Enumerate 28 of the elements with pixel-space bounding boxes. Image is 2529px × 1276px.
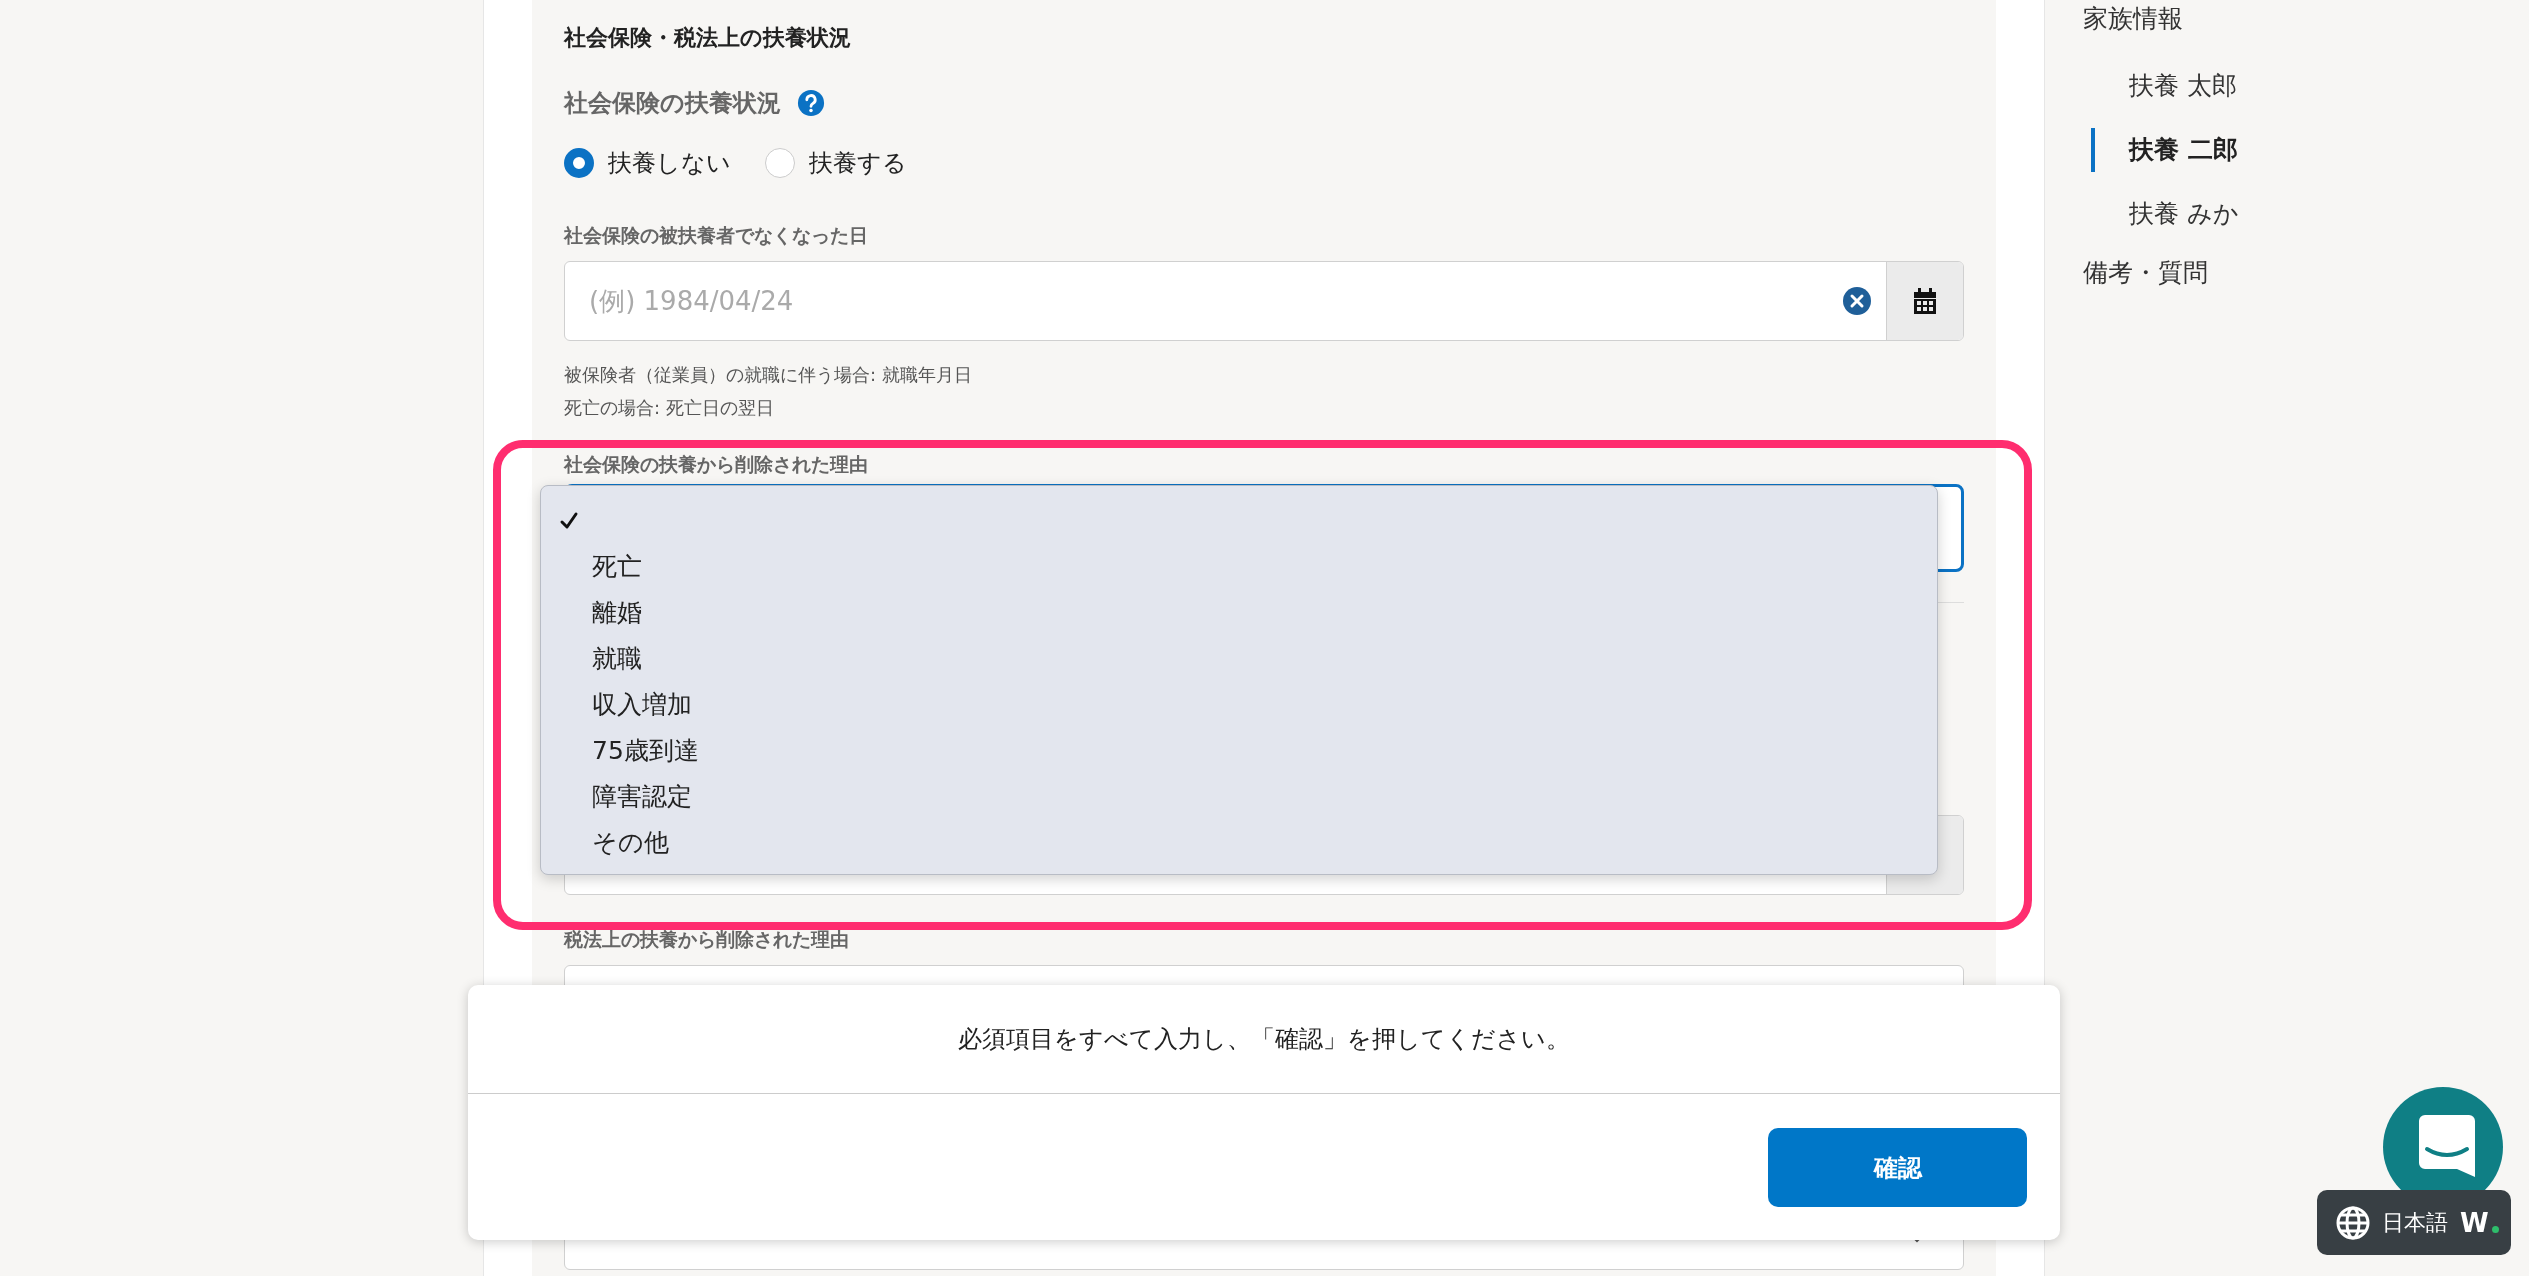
language-switcher[interactable]: 日本語 W: [2317, 1190, 2511, 1255]
field-label: 社会保険の扶養から削除された理由: [564, 452, 869, 477]
section-title: 社会保険・税法上の扶養状況: [564, 24, 852, 52]
sidebar-item[interactable]: 扶養 二郎: [2091, 128, 2529, 172]
dropdown-option[interactable]: 75歳到達: [541, 728, 1937, 774]
date-input[interactable]: (例) 1984/04/24: [565, 285, 1842, 317]
dropdown-option[interactable]: 就職: [541, 636, 1937, 682]
instruction-text: 必須項目をすべて入力し、「確認」を押してください。: [958, 1024, 1570, 1055]
radio-option[interactable]: 扶養しない: [564, 147, 731, 179]
field-label: 税法上の扶養から削除された理由: [564, 927, 850, 952]
field-label: 社会保険の扶養状況: [564, 88, 781, 119]
dropdown-option[interactable]: 障害認定: [541, 774, 1937, 820]
help-text: 被保険者（従業員）の就職に伴う場合: 就職年月日: [564, 363, 973, 387]
sidebar-item[interactable]: 家族情報: [2083, 2, 2529, 64]
radio-option[interactable]: 扶養する: [765, 147, 907, 179]
dropdown-option[interactable]: その他: [541, 820, 1937, 866]
dropdown-option[interactable]: 離婚: [541, 590, 1937, 636]
sidebar-item[interactable]: 備考・質問: [2083, 256, 2529, 318]
dropdown-option[interactable]: 死亡: [541, 544, 1937, 590]
brand-logo: W: [2460, 1207, 2499, 1238]
field-label: 社会保険の被扶養者でなくなった日: [564, 223, 869, 248]
language-label: 日本語: [2382, 1208, 2448, 1237]
date-picker[interactable]: (例) 1984/04/24: [564, 261, 1964, 341]
sidebar-item[interactable]: 扶養 みか: [2091, 192, 2529, 256]
sidebar-item[interactable]: 扶養 太郎: [2091, 64, 2529, 128]
help-text: 死亡の場合: 死亡日の翌日: [564, 396, 775, 420]
dropdown-option[interactable]: 収入増加: [541, 682, 1937, 728]
confirm-button[interactable]: 確認: [1768, 1128, 2027, 1207]
